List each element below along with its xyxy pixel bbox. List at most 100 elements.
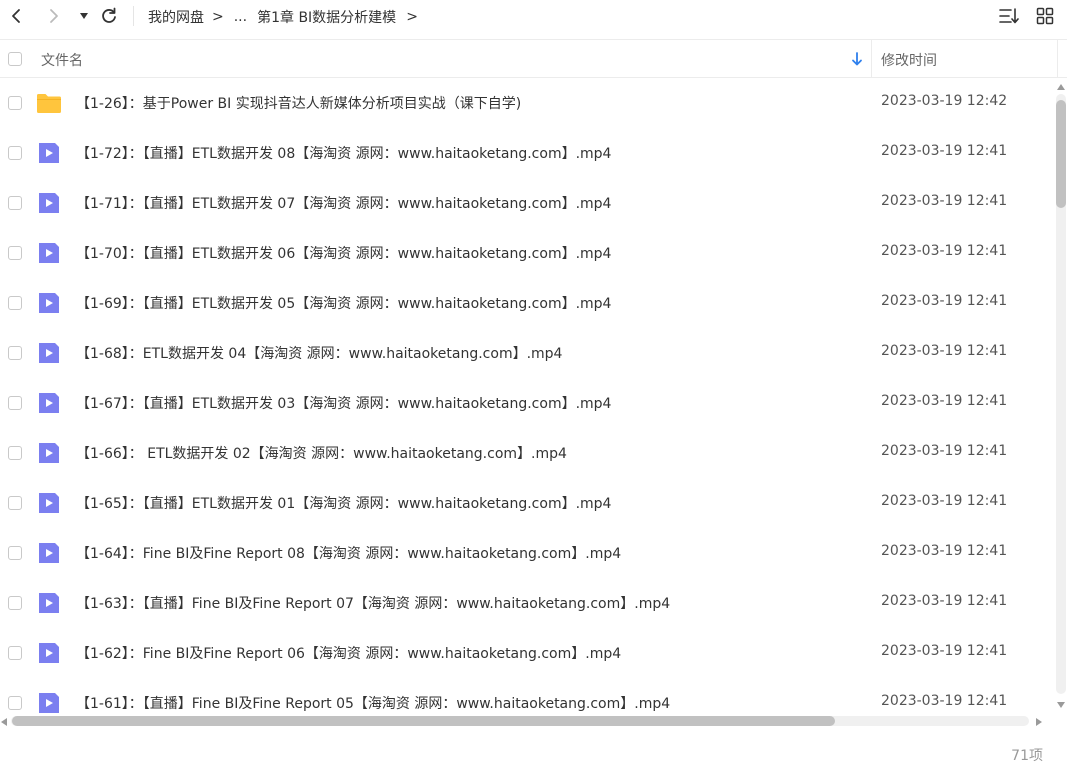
scroll-left-arrow-icon[interactable] — [1, 718, 7, 726]
column-header: 文件名 修改时间 — [0, 39, 1067, 78]
file-modified-time: 2023-03-19 12:41 — [881, 643, 1008, 659]
file-name[interactable]: 【1-70】：【直播】ETL数据开发 06【海淘资 源网：www.haitaok… — [76, 243, 611, 263]
breadcrumb-current[interactable]: 第1章 BI数据分析建模 — [257, 7, 396, 27]
file-row[interactable]: 【1-65】：【直播】ETL数据开发 01【海淘资 源网：www.haitaok… — [0, 478, 1055, 528]
file-row[interactable]: 【1-66】： ETL数据开发 02【海淘资 源网：www.haitaoketa… — [0, 428, 1055, 478]
breadcrumb: 我的网盘 > ... 第1章 BI数据分析建模 > — [148, 7, 428, 27]
file-modified-time: 2023-03-19 12:42 — [881, 93, 1008, 109]
video-file-icon — [39, 143, 59, 163]
file-name[interactable]: 【1-63】：【直播】Fine BI及Fine Report 07【海淘资 源网… — [76, 593, 670, 613]
vertical-scrollbar[interactable] — [1055, 82, 1067, 710]
row-checkbox[interactable] — [8, 396, 22, 410]
column-divider[interactable] — [1057, 40, 1058, 78]
column-time-header[interactable]: 修改时间 — [881, 50, 937, 70]
row-checkbox[interactable] — [8, 596, 22, 610]
horizontal-scroll-thumb[interactable] — [12, 716, 835, 726]
item-count: 71项 — [1011, 748, 1043, 764]
video-file-icon — [39, 493, 59, 513]
back-button[interactable] — [4, 4, 28, 28]
forward-button[interactable] — [42, 4, 66, 28]
horizontal-scrollbar[interactable] — [0, 715, 1055, 729]
video-file-icon — [39, 193, 59, 213]
video-file-icon — [39, 343, 59, 363]
file-row[interactable]: 【1-67】：【直播】ETL数据开发 03【海淘资 源网：www.haitaok… — [0, 378, 1055, 428]
row-checkbox[interactable] — [8, 346, 22, 360]
file-modified-time: 2023-03-19 12:41 — [881, 543, 1008, 559]
row-checkbox[interactable] — [8, 646, 22, 660]
file-row[interactable]: 【1-72】：【直播】ETL数据开发 08【海淘资 源网：www.haitaok… — [0, 128, 1055, 178]
row-checkbox[interactable] — [8, 146, 22, 160]
video-file-icon — [39, 643, 59, 663]
file-name[interactable]: 【1-72】：【直播】ETL数据开发 08【海淘资 源网：www.haitaok… — [76, 143, 611, 163]
grid-view-icon — [1036, 7, 1054, 25]
breadcrumb-separator: > — [212, 9, 224, 25]
row-checkbox[interactable] — [8, 546, 22, 560]
scroll-up-arrow-icon[interactable] — [1057, 84, 1065, 90]
breadcrumb-ellipsis[interactable]: ... — [234, 9, 247, 25]
folder-icon — [37, 94, 61, 113]
file-name[interactable]: 【1-62】：Fine BI及Fine Report 06【海淘资 源网：www… — [76, 643, 621, 663]
breadcrumb-root[interactable]: 我的网盘 — [148, 7, 204, 27]
file-name[interactable]: 【1-69】：【直播】ETL数据开发 05【海淘资 源网：www.haitaok… — [76, 293, 611, 313]
video-file-icon — [39, 543, 59, 563]
row-checkbox[interactable] — [8, 246, 22, 260]
file-row[interactable]: 【1-63】：【直播】Fine BI及Fine Report 07【海淘资 源网… — [0, 578, 1055, 628]
file-name[interactable]: 【1-61】：【直播】Fine BI及Fine Report 05【海淘资 源网… — [76, 693, 670, 713]
file-name[interactable]: 【1-66】： ETL数据开发 02【海淘资 源网：www.haitaoketa… — [76, 443, 567, 463]
file-row[interactable]: 【1-68】：ETL数据开发 04【海淘资 源网：www.haitaoketan… — [0, 328, 1055, 378]
video-file-icon — [39, 243, 59, 263]
file-name[interactable]: 【1-26】：基于Power BI 实现抖音达人新媒体分析项目实战（课下自学) — [76, 93, 521, 113]
file-row[interactable]: 【1-26】：基于Power BI 实现抖音达人新媒体分析项目实战（课下自学) … — [0, 78, 1055, 128]
file-modified-time: 2023-03-19 12:41 — [881, 493, 1008, 509]
file-list: 【1-26】：基于Power BI 实现抖音达人新媒体分析项目实战（课下自学) … — [0, 78, 1055, 715]
history-dropdown-button[interactable] — [72, 4, 96, 28]
file-row[interactable]: 【1-70】：【直播】ETL数据开发 06【海淘资 源网：www.haitaok… — [0, 228, 1055, 278]
row-checkbox[interactable] — [8, 196, 22, 210]
file-name[interactable]: 【1-67】：【直播】ETL数据开发 03【海淘资 源网：www.haitaok… — [76, 393, 611, 413]
vertical-scroll-thumb[interactable] — [1056, 100, 1066, 208]
file-row[interactable]: 【1-69】：【直播】ETL数据开发 05【海淘资 源网：www.haitaok… — [0, 278, 1055, 328]
file-modified-time: 2023-03-19 12:41 — [881, 343, 1008, 359]
row-checkbox[interactable] — [8, 96, 22, 110]
select-all-checkbox[interactable] — [8, 52, 22, 66]
video-file-icon — [39, 293, 59, 313]
file-modified-time: 2023-03-19 12:41 — [881, 293, 1008, 309]
file-row[interactable]: 【1-64】：Fine BI及Fine Report 08【海淘资 源网：www… — [0, 528, 1055, 578]
chevron-right-icon — [50, 9, 58, 23]
column-name-header[interactable]: 文件名 — [41, 50, 83, 70]
file-modified-time: 2023-03-19 12:41 — [881, 593, 1008, 609]
sort-menu-button[interactable] — [998, 5, 1020, 27]
file-row[interactable]: 【1-61】：【直播】Fine BI及Fine Report 05【海淘资 源网… — [0, 678, 1055, 715]
grid-view-button[interactable] — [1034, 5, 1056, 27]
file-modified-time: 2023-03-19 12:41 — [881, 693, 1008, 709]
scroll-right-arrow-icon[interactable] — [1036, 718, 1042, 726]
video-file-icon — [39, 693, 59, 713]
toolbar-divider — [133, 6, 134, 26]
video-file-icon — [39, 593, 59, 613]
row-checkbox[interactable] — [8, 696, 22, 710]
video-file-icon — [39, 393, 59, 413]
file-row[interactable]: 【1-71】：【直播】ETL数据开发 07【海淘资 源网：www.haitaok… — [0, 178, 1055, 228]
scroll-down-arrow-icon[interactable] — [1057, 702, 1065, 708]
refresh-button[interactable] — [97, 4, 121, 28]
breadcrumb-separator: > — [406, 9, 418, 25]
row-checkbox[interactable] — [8, 496, 22, 510]
file-name[interactable]: 【1-64】：Fine BI及Fine Report 08【海淘资 源网：www… — [76, 543, 621, 563]
file-name[interactable]: 【1-71】：【直播】ETL数据开发 07【海淘资 源网：www.haitaok… — [76, 193, 611, 213]
column-divider[interactable] — [871, 40, 872, 78]
row-checkbox[interactable] — [8, 296, 22, 310]
file-name[interactable]: 【1-65】：【直播】ETL数据开发 01【海淘资 源网：www.haitaok… — [76, 493, 611, 513]
file-modified-time: 2023-03-19 12:41 — [881, 193, 1008, 209]
row-checkbox[interactable] — [8, 446, 22, 460]
file-row[interactable]: 【1-62】：Fine BI及Fine Report 06【海淘资 源网：www… — [0, 628, 1055, 678]
video-file-icon — [39, 443, 59, 463]
sort-list-icon — [999, 8, 1019, 24]
toolbar: 我的网盘 > ... 第1章 BI数据分析建模 > — [0, 0, 1067, 34]
file-modified-time: 2023-03-19 12:41 — [881, 393, 1008, 409]
sort-descending-icon[interactable] — [850, 51, 864, 67]
status-bar: 71项 — [0, 733, 1067, 774]
file-name[interactable]: 【1-68】：ETL数据开发 04【海淘资 源网：www.haitaoketan… — [76, 343, 562, 363]
file-modified-time: 2023-03-19 12:41 — [881, 143, 1008, 159]
caret-down-icon — [80, 13, 88, 19]
refresh-icon — [102, 7, 116, 23]
